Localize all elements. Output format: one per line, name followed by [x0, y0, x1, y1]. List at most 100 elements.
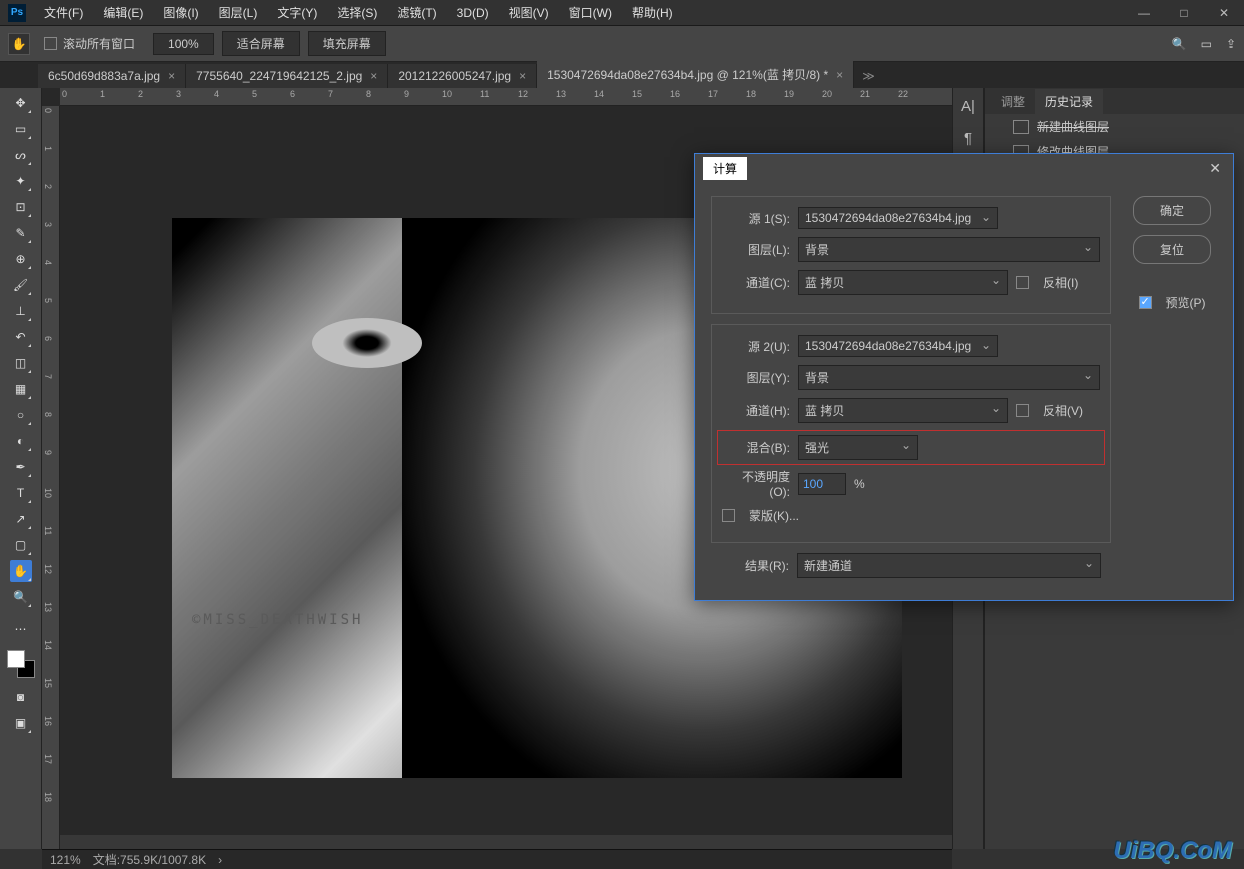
tab-overflow-icon[interactable]: ≫	[854, 64, 883, 88]
brush-tool[interactable]: 🖌	[10, 274, 32, 296]
opacity-label: 不透明度(O):	[722, 468, 790, 499]
menu-type[interactable]: 文字(Y)	[267, 0, 327, 25]
reset-button[interactable]: 复位	[1133, 235, 1211, 264]
tab-doc-4[interactable]: 1530472694da08e27634b4.jpg @ 121%(蓝 拷贝/8…	[537, 61, 854, 88]
zoom-100-button[interactable]: 100%	[153, 33, 214, 55]
dialog-body: 源 1(S): 1530472694da08e27634b4.jpg 图层(L):…	[695, 182, 1233, 600]
dodge-tool[interactable]: ◐	[10, 430, 32, 452]
preview-label: 预览(P)	[1166, 294, 1206, 311]
mask-checkbox[interactable]	[722, 509, 735, 522]
blend-select[interactable]: 强光	[798, 435, 918, 460]
share-icon[interactable]: ⇪	[1226, 37, 1236, 51]
hand-tool[interactable]: ✋	[10, 560, 32, 582]
dialog-titlebar[interactable]: 计算 ✕	[695, 154, 1233, 182]
shape-tool[interactable]: ▢	[10, 534, 32, 556]
dialog-title: 计算	[703, 157, 747, 180]
paragraph-panel-icon[interactable]: ¶	[958, 128, 978, 148]
patch-tool[interactable]: ⊕	[10, 248, 32, 270]
scroll-all-checkbox[interactable]	[44, 37, 57, 50]
menu-select[interactable]: 选择(S)	[327, 0, 387, 25]
menu-window[interactable]: 窗口(W)	[559, 0, 622, 25]
invert2-checkbox[interactable]	[1016, 404, 1029, 417]
close-button[interactable]: ✕	[1204, 0, 1244, 25]
status-arrow-icon[interactable]: ›	[218, 853, 222, 867]
lasso-tool[interactable]: ᔕ	[10, 144, 32, 166]
minimize-button[interactable]: —	[1124, 0, 1164, 25]
source2-select[interactable]: 1530472694da08e27634b4.jpg	[798, 335, 998, 357]
history-brush-tool[interactable]: ↶	[10, 326, 32, 348]
history-tab[interactable]: 历史记录	[1035, 89, 1103, 114]
eraser-tool[interactable]: ◫	[10, 352, 32, 374]
menu-filter[interactable]: 滤镜(T)	[387, 0, 446, 25]
source1-section: 源 1(S): 1530472694da08e27634b4.jpg 图层(L):…	[711, 196, 1111, 314]
adjust-tab[interactable]: 调整	[991, 89, 1035, 114]
zoom-tool[interactable]: 🔍	[10, 586, 32, 608]
hand-tool-icon[interactable]: ✋	[8, 33, 30, 55]
tab-doc-2[interactable]: 7755640_224719642125_2.jpg×	[186, 64, 388, 88]
zoom-level[interactable]: 121%	[50, 853, 81, 867]
blur-tool[interactable]: ○	[10, 404, 32, 426]
path-tool[interactable]: ↗	[10, 508, 32, 530]
crop-tool[interactable]: ⊡	[10, 196, 32, 218]
fill-screen-button[interactable]: 填充屏幕	[308, 31, 386, 56]
workspace-icon[interactable]: ▭	[1201, 37, 1212, 51]
menu-edit[interactable]: 编辑(E)	[93, 0, 153, 25]
menu-help[interactable]: 帮助(H)	[622, 0, 683, 25]
close-icon[interactable]: ×	[168, 69, 175, 83]
result-select[interactable]: 新建通道	[797, 553, 1101, 578]
dialog-close-icon[interactable]: ✕	[1197, 160, 1233, 177]
invert1-checkbox[interactable]	[1016, 276, 1029, 289]
move-tool[interactable]: ✥	[10, 92, 32, 114]
blend-label: 混合(B):	[722, 439, 790, 456]
scroll-all-label: 滚动所有窗口	[63, 35, 135, 52]
misc-tool-1[interactable]: ⋯	[10, 618, 32, 640]
color-swatch[interactable]	[7, 650, 35, 678]
marquee-tool[interactable]: ▭	[10, 118, 32, 140]
horizontal-scrollbar[interactable]	[60, 835, 952, 849]
channel1-label: 通道(C):	[722, 274, 790, 291]
channel2-label: 通道(H):	[722, 402, 790, 419]
opacity-unit: %	[854, 477, 865, 491]
maximize-button[interactable]: □	[1164, 0, 1204, 25]
invert2-label: 反相(V)	[1043, 402, 1083, 419]
history-item[interactable]: 新建曲线图层	[1003, 114, 1244, 139]
quick-mask-tool[interactable]: ◙	[10, 686, 32, 708]
window-controls: — □ ✕	[1124, 0, 1244, 25]
menu-view[interactable]: 视图(V)	[499, 0, 559, 25]
result-label: 结果(R):	[721, 557, 789, 574]
layer1-label: 图层(L):	[722, 241, 790, 258]
source1-label: 源 1(S):	[722, 210, 790, 227]
gradient-tool[interactable]: ▦	[10, 378, 32, 400]
tab-doc-1[interactable]: 6c50d69d883a7a.jpg×	[38, 64, 186, 88]
search-icon[interactable]: 🔍	[1172, 37, 1187, 51]
channel1-select[interactable]: 蓝 拷贝	[798, 270, 1008, 295]
close-icon[interactable]: ×	[519, 69, 526, 83]
menu-3d[interactable]: 3D(D)	[447, 0, 499, 25]
opacity-input[interactable]	[798, 473, 846, 495]
layer-icon	[1013, 120, 1029, 134]
layer2-select[interactable]: 背景	[798, 365, 1100, 390]
character-panel-icon[interactable]: A|	[958, 96, 978, 116]
text-tool[interactable]: T	[10, 482, 32, 504]
screen-mode-tool[interactable]: ▣	[10, 712, 32, 734]
close-icon[interactable]: ×	[370, 69, 377, 83]
source2-label: 源 2(U):	[722, 338, 790, 355]
eyedropper-tool[interactable]: ✎	[10, 222, 32, 244]
tab-doc-3[interactable]: 20121226005247.jpg×	[388, 64, 537, 88]
document-tabs: 6c50d69d883a7a.jpg× 7755640_224719642125…	[0, 62, 1244, 88]
title-bar: Ps 文件(F) 编辑(E) 图像(I) 图层(L) 文字(Y) 选择(S) 滤…	[0, 0, 1244, 26]
close-icon[interactable]: ×	[836, 68, 843, 82]
layer1-select[interactable]: 背景	[798, 237, 1100, 262]
ok-button[interactable]: 确定	[1133, 196, 1211, 225]
menu-image[interactable]: 图像(I)	[153, 0, 208, 25]
menu-layer[interactable]: 图层(L)	[209, 0, 268, 25]
wand-tool[interactable]: ✦	[10, 170, 32, 192]
channel2-select[interactable]: 蓝 拷贝	[798, 398, 1008, 423]
preview-checkbox[interactable]	[1139, 296, 1152, 309]
source1-select[interactable]: 1530472694da08e27634b4.jpg	[798, 207, 998, 229]
layer2-label: 图层(Y):	[722, 369, 790, 386]
pen-tool[interactable]: ✒	[10, 456, 32, 478]
stamp-tool[interactable]: ⊥	[10, 300, 32, 322]
fit-screen-button[interactable]: 适合屏幕	[222, 31, 300, 56]
menu-file[interactable]: 文件(F)	[34, 0, 93, 25]
